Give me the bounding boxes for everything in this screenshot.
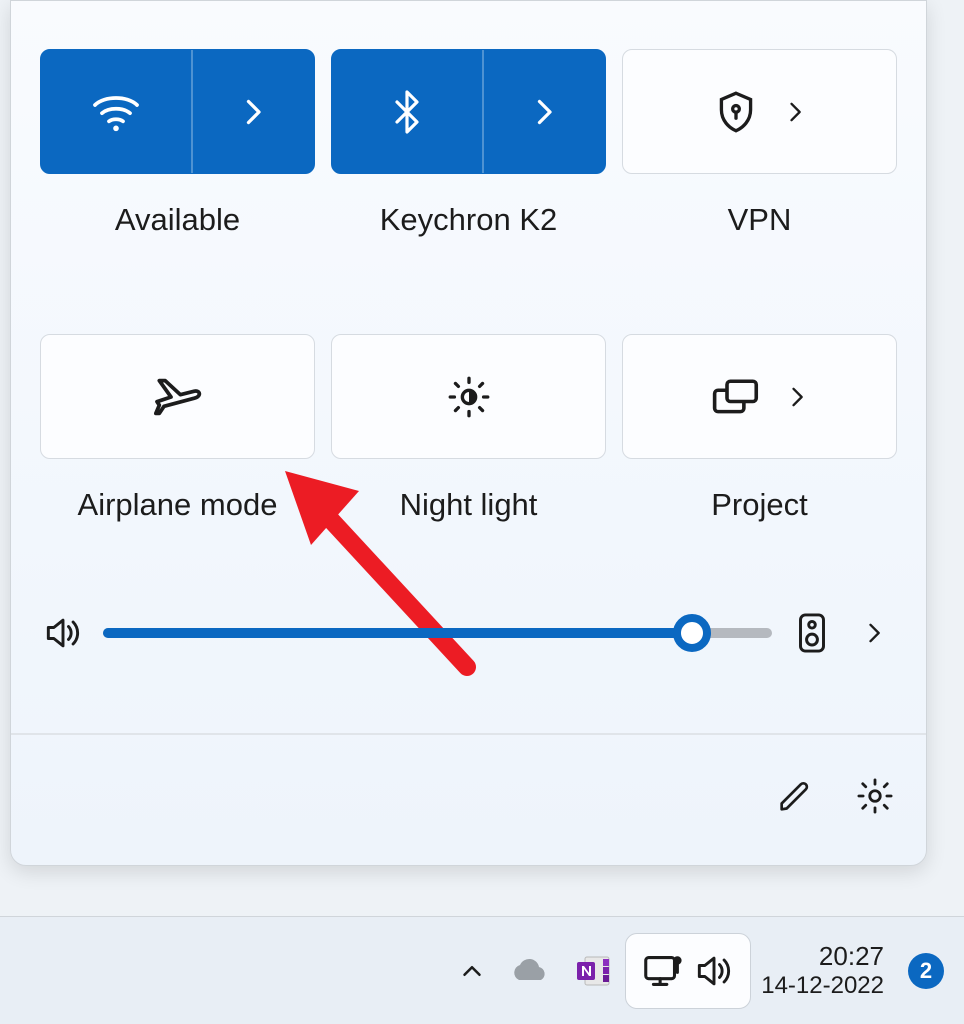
wifi-label: Available bbox=[115, 202, 240, 238]
wifi-toggle[interactable] bbox=[40, 49, 315, 174]
volume-slider[interactable] bbox=[103, 613, 772, 653]
tile-project: Project bbox=[622, 334, 897, 523]
tile-bluetooth: Keychron K2 bbox=[331, 49, 606, 238]
airplane-toggle[interactable] bbox=[40, 334, 315, 459]
wifi-toggle-main[interactable] bbox=[41, 50, 191, 173]
tile-nightlight: Night light bbox=[331, 334, 606, 523]
sun-icon bbox=[444, 372, 494, 422]
tile-vpn: VPN bbox=[622, 49, 897, 238]
volume-row bbox=[41, 597, 896, 669]
bluetooth-label: Keychron K2 bbox=[380, 202, 558, 238]
taskbar-clock[interactable]: 20:27 14-12-2022 bbox=[755, 941, 890, 1000]
project-toggle[interactable] bbox=[622, 334, 897, 459]
network-icon bbox=[640, 948, 686, 994]
notification-badge[interactable]: 2 bbox=[908, 953, 944, 989]
wifi-expand[interactable] bbox=[191, 50, 314, 173]
project-label: Project bbox=[711, 487, 807, 523]
bluetooth-toggle[interactable] bbox=[331, 49, 606, 174]
chevron-right-icon bbox=[860, 619, 888, 647]
airplane-label: Airplane mode bbox=[78, 487, 278, 523]
chevron-right-icon bbox=[783, 383, 811, 411]
gear-icon bbox=[854, 775, 896, 817]
bluetooth-expand[interactable] bbox=[482, 50, 605, 173]
audio-device-icon bbox=[792, 610, 832, 656]
audio-output-button[interactable] bbox=[790, 611, 834, 655]
chevron-up-icon bbox=[457, 956, 487, 986]
bluetooth-icon bbox=[383, 88, 431, 136]
chevron-right-icon bbox=[781, 98, 809, 126]
tray-onedrive[interactable] bbox=[499, 941, 561, 1001]
cloud-icon bbox=[507, 956, 553, 986]
airplane-icon bbox=[150, 369, 206, 425]
tile-airplane: Airplane mode bbox=[40, 334, 315, 523]
footer-divider bbox=[11, 733, 926, 735]
audio-output-expand[interactable] bbox=[852, 611, 896, 655]
panel-footer bbox=[758, 741, 912, 851]
shield-icon bbox=[711, 87, 761, 137]
vpn-label: VPN bbox=[728, 202, 792, 238]
project-icon bbox=[709, 370, 763, 424]
quick-settings-panel: Available Keychron K2 bbox=[10, 0, 927, 866]
edit-quick-settings-button[interactable] bbox=[758, 759, 832, 833]
speaker-icon bbox=[41, 610, 85, 656]
chevron-right-icon bbox=[235, 94, 271, 130]
vpn-toggle[interactable] bbox=[622, 49, 897, 174]
tray-onenote[interactable] bbox=[565, 941, 621, 1001]
bluetooth-toggle-main[interactable] bbox=[332, 50, 482, 173]
nightlight-toggle[interactable] bbox=[331, 334, 606, 459]
wifi-icon bbox=[88, 84, 144, 140]
speaker-icon bbox=[692, 949, 736, 993]
nightlight-label: Night light bbox=[400, 487, 538, 523]
pencil-icon bbox=[775, 776, 815, 816]
tray-overflow-button[interactable] bbox=[449, 941, 495, 1001]
clock-date: 14-12-2022 bbox=[761, 972, 884, 1000]
onenote-icon bbox=[573, 951, 613, 991]
settings-button[interactable] bbox=[838, 759, 912, 833]
tray-system-icons[interactable] bbox=[625, 933, 751, 1009]
clock-time: 20:27 bbox=[761, 941, 884, 972]
tile-grid: Available Keychron K2 bbox=[41, 49, 896, 523]
tile-wifi: Available bbox=[40, 49, 315, 238]
chevron-right-icon bbox=[526, 94, 562, 130]
taskbar: 20:27 14-12-2022 2 bbox=[0, 916, 964, 1024]
volume-icon-button[interactable] bbox=[41, 611, 85, 655]
